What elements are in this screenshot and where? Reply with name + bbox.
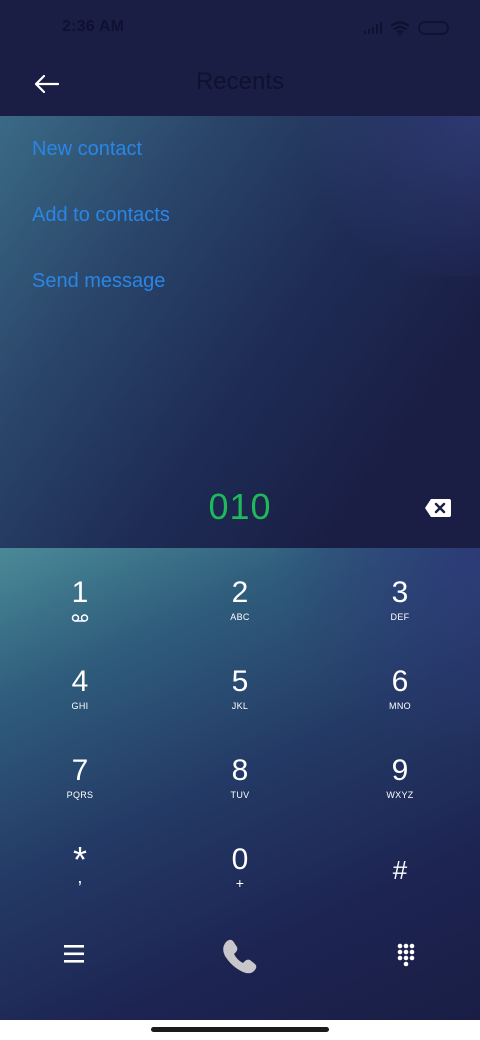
key-letters: JKL [231, 701, 249, 711]
home-indicator[interactable] [151, 1027, 329, 1032]
wifi-icon [390, 20, 410, 36]
key-digit: 6 [391, 665, 409, 698]
dialed-number: 010 [208, 486, 272, 527]
key-7[interactable]: 7 PQRS [0, 726, 160, 814]
key-digit: # [392, 855, 408, 885]
signal-icon [364, 22, 382, 34]
key-digit: 7 [71, 754, 89, 787]
key-letters: DEF [390, 612, 410, 622]
new-contact-link[interactable]: New contact [32, 138, 142, 161]
key-4[interactable]: 4 GHI [0, 637, 160, 725]
key-letters: WXYZ [386, 790, 414, 800]
voicemail-icon [71, 614, 89, 622]
key-letters: TUV [230, 790, 250, 800]
key-2[interactable]: 2 ABC [160, 548, 320, 636]
key-star[interactable]: * , [0, 815, 160, 903]
key-letters: + [235, 875, 245, 891]
dialer-screen: 2:36 AM Recents New contact Add to conta… [0, 0, 480, 1020]
key-letters: , [77, 867, 83, 887]
key-digit: 9 [391, 754, 409, 787]
key-digit: 2 [231, 576, 249, 609]
add-to-contacts-link[interactable]: Add to contacts [32, 204, 170, 227]
phone-icon [223, 939, 257, 974]
call-button[interactable] [210, 926, 270, 986]
status-time: 2:36 AM [62, 18, 125, 35]
key-digit: 5 [231, 665, 249, 698]
key-digit: 4 [71, 665, 89, 698]
dialpad-toggle-button[interactable] [376, 926, 436, 986]
app-bar: Recents [0, 56, 480, 116]
key-letters: ABC [230, 612, 250, 622]
key-digit: 0 [231, 843, 249, 876]
menu-button[interactable] [44, 924, 104, 984]
backspace-button[interactable] [424, 498, 454, 520]
backspace-icon [425, 499, 451, 517]
key-letters: GHI [71, 701, 89, 711]
send-message-link[interactable]: Send message [32, 270, 165, 293]
key-6[interactable]: 6 MNO [320, 637, 480, 725]
dialer-actions-panel [0, 116, 480, 548]
status-icons [364, 18, 450, 38]
hamburger-menu-icon [64, 945, 84, 963]
dialpad-icon [397, 943, 415, 967]
key-8[interactable]: 8 TUV [160, 726, 320, 814]
key-letters: PQRS [66, 790, 94, 800]
battery-icon [418, 21, 449, 35]
key-digit: 1 [71, 576, 89, 609]
status-bar: 2:36 AM [0, 0, 480, 56]
key-5[interactable]: 5 JKL [160, 637, 320, 725]
key-1[interactable]: 1 [0, 548, 160, 636]
page-title: Recents [195, 68, 285, 95]
key-0[interactable]: 0 + [160, 815, 320, 903]
key-3[interactable]: 3 DEF [320, 548, 480, 636]
key-digit: 8 [231, 754, 249, 787]
key-hash[interactable]: # [320, 815, 480, 903]
key-digit: 3 [391, 576, 409, 609]
key-letters: MNO [389, 701, 411, 711]
key-9[interactable]: 9 WXYZ [320, 726, 480, 814]
